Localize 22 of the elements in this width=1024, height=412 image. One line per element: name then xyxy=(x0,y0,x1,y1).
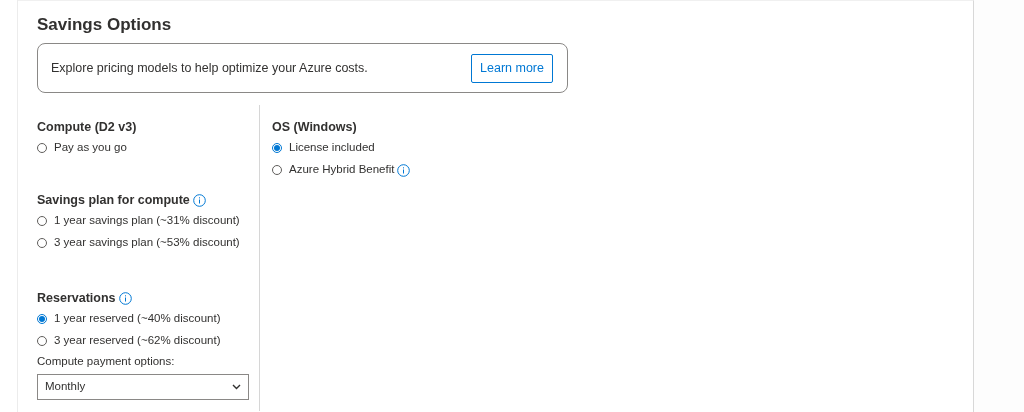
chevron-icon xyxy=(232,384,241,390)
learn-more-button[interactable]: Learn more xyxy=(471,53,553,83)
payment-dropdown[interactable]: Monthly xyxy=(37,374,249,400)
group-heading: OS (Windows) xyxy=(272,118,357,136)
info-icon[interactable] xyxy=(397,163,411,177)
group-heading: Compute (D2 v3) xyxy=(37,118,137,136)
banner-text: Explore pricing models to help optimize your Azure costs. xyxy=(51,59,368,77)
group-heading: Savings plan for compute xyxy=(37,191,190,209)
info-icon[interactable] xyxy=(192,193,206,207)
option-label: 1 year reserved (~40% discount) xyxy=(54,311,221,327)
field-label: Compute payment options: xyxy=(37,354,176,369)
option-label: 3 year reserved (~62% discount) xyxy=(54,333,221,349)
group-heading: Reservations xyxy=(37,289,116,307)
option-label: 3 year savings plan (~53% discount) xyxy=(54,235,240,251)
option-label: License included xyxy=(289,140,375,156)
info-icon[interactable] xyxy=(118,291,132,305)
option-label: Pay as you go xyxy=(54,140,127,156)
section-title: Savings Options xyxy=(37,15,173,35)
radio-button[interactable] xyxy=(37,314,47,324)
radio-button[interactable] xyxy=(272,143,282,153)
option-label: 1 year savings plan (~31% discount) xyxy=(54,213,240,229)
option-label: Azure Hybrid Benefit xyxy=(289,162,395,178)
